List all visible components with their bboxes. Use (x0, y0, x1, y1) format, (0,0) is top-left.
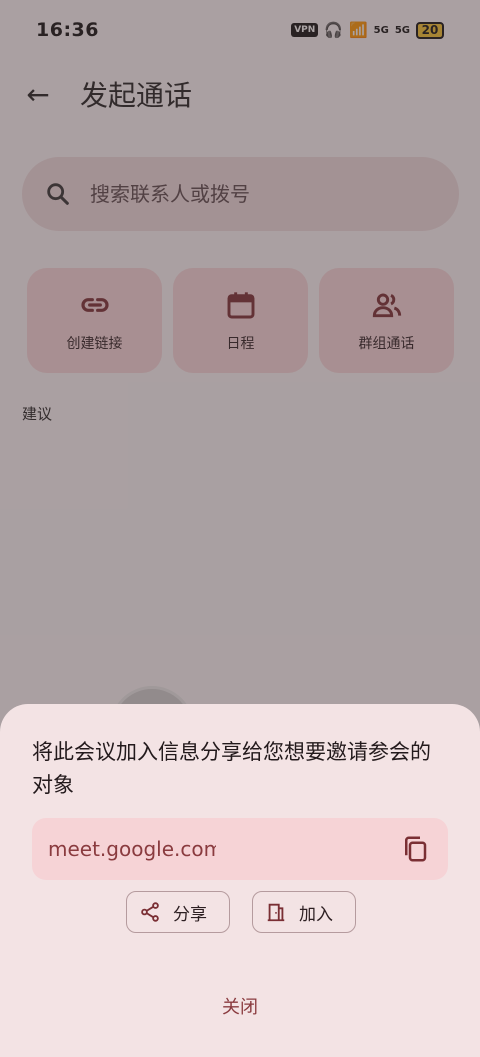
copy-button[interactable] (400, 834, 430, 864)
sheet-message: 将此会议加入信息分享给您想要邀请参会的对象 (32, 740, 431, 797)
share-bottom-sheet: 将此会议加入信息分享给您想要邀请参会的对象 meet.google.com/ 分… (0, 704, 480, 1057)
share-icon (141, 902, 159, 922)
sheet-actions: 分享 加入 (126, 891, 356, 933)
close-button[interactable]: 关闭 (200, 988, 280, 1024)
meeting-link-text: meet.google.com/ (48, 837, 216, 861)
join-label: 加入 (299, 904, 333, 925)
door-icon (267, 903, 285, 922)
meeting-link-field[interactable]: meet.google.com/ (32, 818, 448, 880)
copy-icon (405, 836, 427, 862)
join-button[interactable]: 加入 (252, 891, 356, 933)
share-label: 分享 (173, 904, 207, 925)
share-button[interactable]: 分享 (126, 891, 230, 933)
